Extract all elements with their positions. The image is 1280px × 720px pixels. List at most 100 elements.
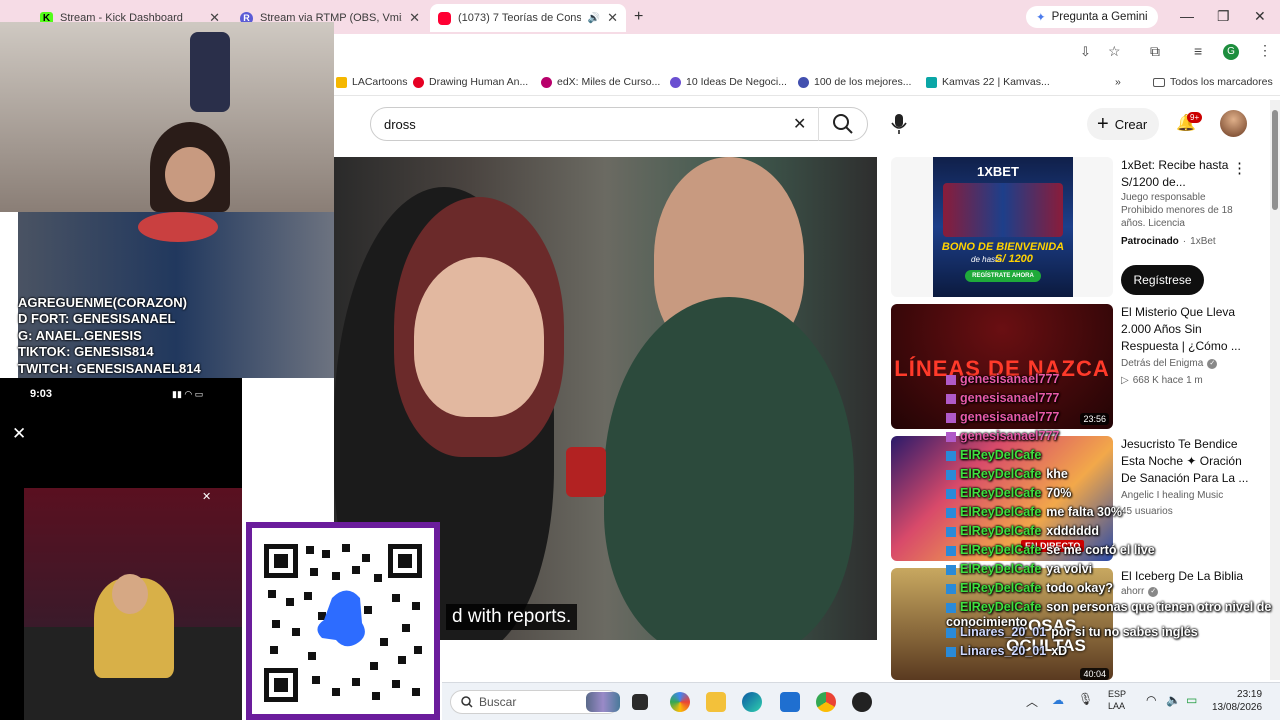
ad-bonus-amount: S/ 1200 bbox=[995, 253, 1033, 265]
close-window-icon[interactable]: ✕ bbox=[1254, 8, 1266, 25]
maximize-icon[interactable]: ❐ bbox=[1217, 8, 1230, 25]
chat-badge-icon bbox=[946, 583, 956, 594]
ad-players-image bbox=[943, 183, 1063, 237]
volume-icon[interactable]: 🔈 bbox=[1166, 693, 1181, 707]
chat-text: xdddddd bbox=[1046, 524, 1100, 538]
taskbar-clock[interactable]: 23:19 13/08/2026 bbox=[1212, 688, 1262, 714]
search-button[interactable] bbox=[818, 107, 868, 141]
notification-badge: 9+ bbox=[1187, 112, 1203, 123]
chat-username: genesisanael777 bbox=[960, 372, 1060, 386]
ad-title[interactable]: 1xBet: Recibe hasta S/1200 de... bbox=[1121, 157, 1236, 191]
verified-icon: ✓ bbox=[1207, 358, 1218, 369]
ad-sponsor-line: Patrocinado · 1xBet bbox=[1121, 236, 1216, 247]
task-view-icon[interactable] bbox=[632, 694, 648, 710]
more-options-icon[interactable]: ⋮ bbox=[1232, 159, 1247, 177]
video-channel-1[interactable]: Detrás del Enigma ✓ bbox=[1121, 358, 1218, 369]
search-box[interactable]: ✕ bbox=[370, 107, 868, 141]
extensions-icon[interactable]: ⧉ bbox=[1150, 43, 1160, 60]
copilot-icon[interactable] bbox=[670, 692, 690, 712]
file-explorer-icon[interactable] bbox=[706, 692, 726, 712]
obs-icon[interactable] bbox=[852, 692, 872, 712]
bookmark-edx[interactable]: edX: Miles de Curso... bbox=[541, 76, 660, 88]
ad-banner: 1XBET BONO DE BIENVENIDA de hasta S/ 120… bbox=[933, 157, 1073, 297]
qr-code-icon bbox=[262, 542, 424, 704]
install-icon[interactable]: ⇩ bbox=[1080, 44, 1091, 60]
sponsored-label: Patrocinado bbox=[1121, 236, 1179, 247]
chat-text: ya volvi bbox=[1046, 562, 1093, 576]
video-man-sweater bbox=[604, 297, 854, 640]
wifi-icon[interactable]: ◠ bbox=[1146, 693, 1156, 707]
microphone-icon[interactable]: 🎙 bbox=[1078, 692, 1093, 706]
chat-text: 70% bbox=[1046, 486, 1072, 500]
chat-message: genesisanael777 bbox=[946, 429, 1064, 443]
more-bookmarks-icon[interactable]: » bbox=[1115, 76, 1121, 88]
all-bookmarks[interactable]: Todos los marcadores bbox=[1153, 76, 1273, 88]
chat-badge-icon bbox=[946, 412, 956, 423]
tab-youtube-active[interactable]: (1073) 7 Teorías de Conspir 🔊 ✕ bbox=[430, 4, 626, 32]
ad-cta-button[interactable]: Regístrese bbox=[1121, 265, 1204, 295]
bookmark-kamvas[interactable]: Kamvas 22 | Kamvas... bbox=[926, 76, 1050, 88]
bookmark-icon bbox=[670, 76, 681, 88]
bookmark-lacartoons[interactable]: LACartoons bbox=[336, 76, 407, 88]
profile-avatar[interactable]: G bbox=[1223, 44, 1239, 60]
webcam-streamer-face bbox=[165, 147, 215, 202]
chat-username: ElReyDelCafe bbox=[960, 543, 1042, 557]
create-button[interactable]: + Crear bbox=[1087, 108, 1159, 140]
voice-search-icon[interactable] bbox=[888, 111, 910, 137]
search-highlight-icon[interactable] bbox=[586, 692, 620, 712]
menu-icon[interactable]: ⋮ bbox=[1258, 42, 1272, 59]
bookmark-100[interactable]: 100 de los mejores... bbox=[798, 76, 911, 88]
ad-brand: 1XBET bbox=[977, 164, 1019, 179]
chat-text: me falta 30% bbox=[1046, 505, 1123, 519]
battery-icon[interactable]: ▭ bbox=[1186, 693, 1197, 707]
chat-message: ElReyDelCafe todo okay? bbox=[946, 581, 1113, 595]
speaker-icon[interactable]: 🔊 bbox=[588, 13, 600, 24]
overlay-line-5: TWITCH: GENESISANAEL814 bbox=[18, 361, 201, 376]
overlay-line-2: D FORT: GENESISANAEL bbox=[18, 311, 176, 326]
language-indicator[interactable]: ESP LAA bbox=[1108, 688, 1126, 712]
onedrive-icon[interactable]: ☁ bbox=[1052, 693, 1064, 707]
video-title-1[interactable]: El Misterio Que Lleva 2.000 Años Sin Res… bbox=[1121, 304, 1251, 355]
create-label: Crear bbox=[1114, 116, 1148, 132]
close-tab-icon[interactable]: ✕ bbox=[409, 10, 420, 26]
chat-badge-icon bbox=[946, 526, 956, 537]
store-icon[interactable] bbox=[780, 692, 800, 712]
bookmark-star-icon[interactable]: ☆ bbox=[1108, 43, 1121, 60]
chat-message: ElReyDelCafe ya volvi bbox=[946, 562, 1092, 576]
minimize-icon[interactable]: — bbox=[1180, 8, 1194, 24]
search-input[interactable] bbox=[384, 116, 774, 132]
chat-badge-icon bbox=[946, 564, 956, 575]
chat-username: ElReyDelCafe bbox=[960, 448, 1042, 462]
video-face-woman bbox=[414, 257, 544, 417]
chrome-icon[interactable] bbox=[816, 692, 836, 712]
edge-icon[interactable] bbox=[742, 692, 762, 712]
media-control-icon[interactable]: ≡ bbox=[1194, 43, 1202, 59]
chat-username: ElReyDelCafe bbox=[960, 600, 1042, 614]
new-tab-icon[interactable]: + bbox=[634, 8, 643, 26]
chat-text: por si tu no sabes inglés bbox=[1051, 625, 1198, 639]
edx-icon bbox=[541, 76, 552, 88]
chat-message: ElReyDelCafe se me cortó el live bbox=[946, 543, 1155, 557]
channel-avatar[interactable] bbox=[1220, 110, 1247, 137]
chat-username: Linares_20_01 bbox=[960, 644, 1047, 658]
screen: K Stream - Kick Dashboard ✕ R Stream via… bbox=[0, 0, 1280, 720]
tray-chevron-icon[interactable]: ︿ bbox=[1026, 693, 1038, 710]
phone-overlay: 9:03 ▮▮ ◠ ▭ ✕ ✕ bbox=[0, 378, 242, 720]
chat-message: Linares_20_01 por si tu no sabes inglés bbox=[946, 625, 1198, 639]
plus-icon: + bbox=[1097, 113, 1109, 135]
chat-message: ElReyDelCafe khe bbox=[946, 467, 1068, 481]
gemini-button[interactable]: ✦ Pregunta a Gemini bbox=[1026, 6, 1158, 28]
close-tab-icon[interactable]: ✕ bbox=[607, 10, 618, 26]
bookmark-ideas[interactable]: 10 Ideas De Negoci... bbox=[670, 76, 787, 88]
chat-text: se me cortó el live bbox=[1046, 543, 1155, 557]
chat-message: ElReyDelCafe xdddddd bbox=[946, 524, 1099, 538]
bookmark-drawing[interactable]: Drawing Human An... bbox=[413, 76, 528, 88]
ad-thumbnail[interactable]: 1XBET BONO DE BIENVENIDA de hasta S/ 120… bbox=[891, 157, 1113, 297]
ad-register-button: REGÍSTRATE AHORA bbox=[965, 270, 1041, 282]
clear-search-icon[interactable]: ✕ bbox=[793, 114, 806, 134]
scrollbar-thumb[interactable] bbox=[1272, 110, 1278, 210]
chat-badge-icon bbox=[946, 646, 956, 657]
chat-message: genesisanael777 bbox=[946, 372, 1064, 386]
chat-badge-icon bbox=[946, 374, 956, 385]
chat-username: ElReyDelCafe bbox=[960, 467, 1042, 481]
